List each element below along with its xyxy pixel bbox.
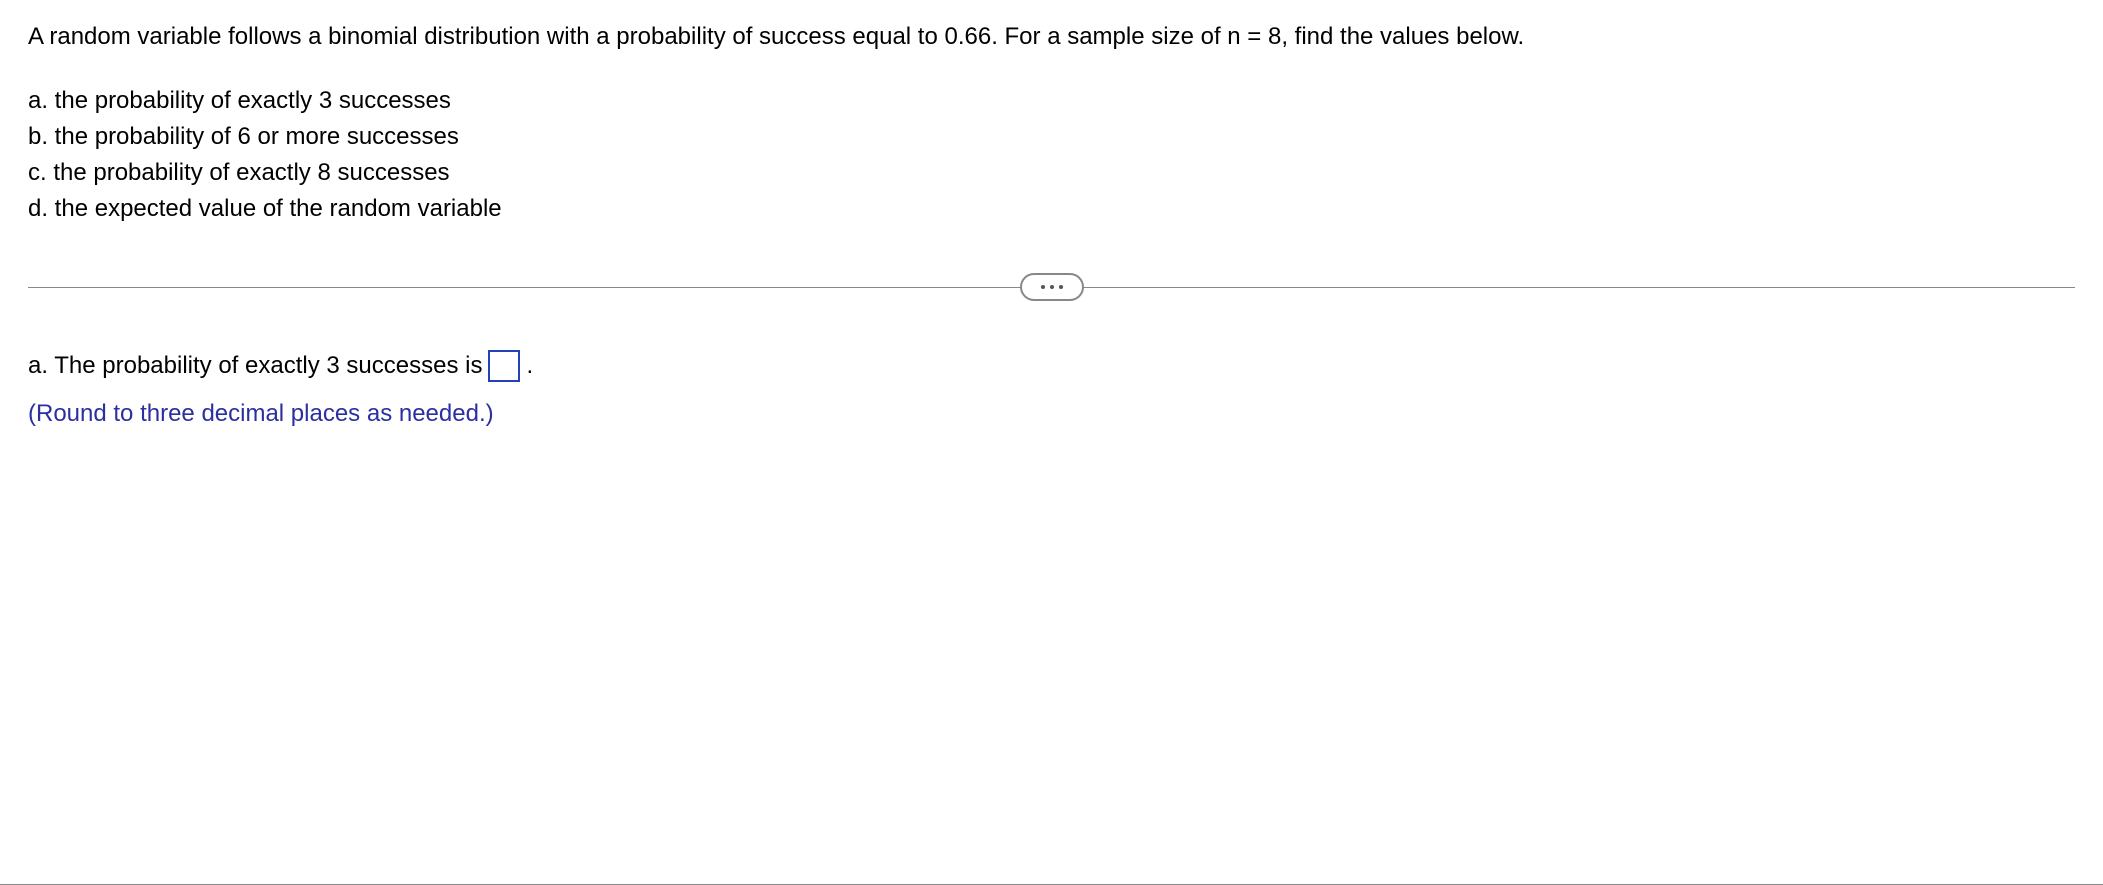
answer-section: a. The probability of exactly 3 successe… xyxy=(28,347,2075,434)
section-divider xyxy=(28,267,2075,307)
part-a: a. the probability of exactly 3 successe… xyxy=(28,83,2075,119)
part-c: c. the probability of exactly 8 successe… xyxy=(28,155,2075,191)
expand-pill[interactable] xyxy=(1020,273,1084,301)
question-parts-list: a. the probability of exactly 3 successe… xyxy=(28,83,2075,227)
ellipsis-icon xyxy=(1041,285,1045,289)
rounding-hint: (Round to three decimal places as needed… xyxy=(28,395,2075,433)
ellipsis-icon xyxy=(1059,285,1063,289)
ellipsis-icon xyxy=(1050,285,1054,289)
question-intro: A random variable follows a binomial dis… xyxy=(28,20,2075,55)
answer-prefix: a. The probability of exactly 3 successe… xyxy=(28,347,482,385)
part-d: d. the expected value of the random vari… xyxy=(28,191,2075,227)
answer-line-a: a. The probability of exactly 3 successe… xyxy=(28,347,2075,385)
part-b: b. the probability of 6 or more successe… xyxy=(28,119,2075,155)
answer-input-a[interactable] xyxy=(488,350,520,382)
answer-suffix: . xyxy=(526,347,533,385)
